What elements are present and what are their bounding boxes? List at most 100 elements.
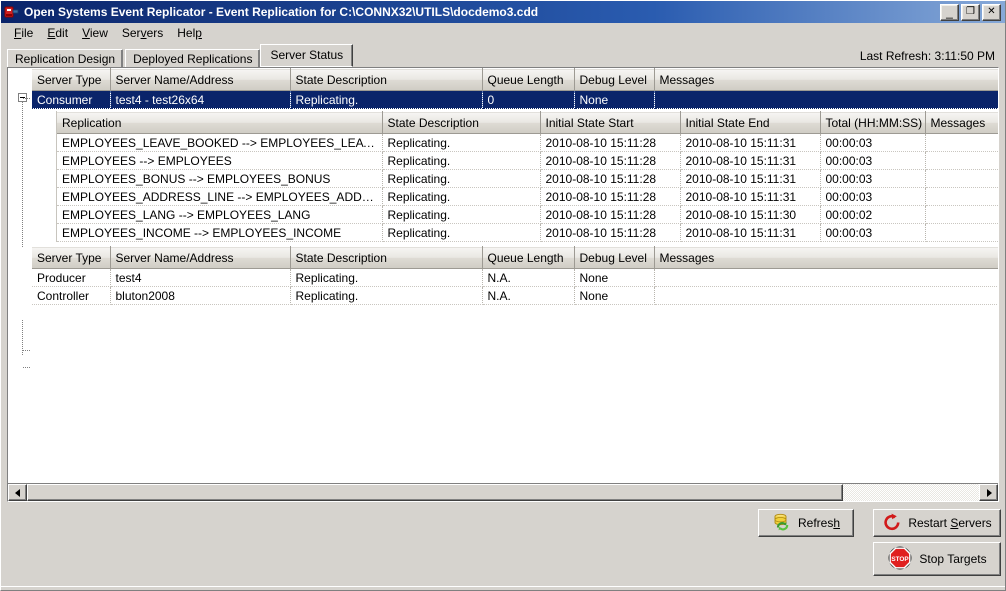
cell-initial-state-end: 2010-08-10 15:11:30 xyxy=(680,206,820,224)
restart-servers-button[interactable]: Restart Servers xyxy=(873,509,1001,537)
col-replication[interactable]: Replication xyxy=(57,112,382,134)
consumer-grid-header-row: Server Type Server Name/Address State De… xyxy=(32,69,998,91)
col-state-description[interactable]: State Description xyxy=(290,69,482,91)
cell-queue-length: N.A. xyxy=(482,287,574,305)
stop-targets-button[interactable]: STOP Stop Targets xyxy=(873,542,1001,576)
cell-server-type: Consumer xyxy=(32,91,110,109)
cell-total: 00:00:03 xyxy=(820,224,925,242)
cell-initial-state-start: 2010-08-10 15:11:28 xyxy=(540,206,680,224)
status-scroll-area: Server Type Server Name/Address State De… xyxy=(8,68,998,483)
menu-edit-label: dit xyxy=(55,26,68,40)
col-queue-length[interactable]: Queue Length xyxy=(482,69,574,91)
col-messages[interactable]: Messages xyxy=(654,69,998,91)
cell-server-type: Controller xyxy=(32,287,110,305)
cell-messages xyxy=(654,269,998,287)
cell-replication: EMPLOYEES_LEAVE_BOOKED --> EMPLOYEES_LEA… xyxy=(57,134,382,152)
cell-initial-state-start: 2010-08-10 15:11:28 xyxy=(540,170,680,188)
tab-replication-design[interactable]: Replication Design xyxy=(7,49,123,68)
tree-line-horizontal xyxy=(23,98,31,99)
tab-server-status[interactable]: Server Status xyxy=(260,44,353,67)
table-row[interactable]: Controller bluton2008 Replicating. N.A. … xyxy=(32,287,998,305)
cell-state-description: Replicating. xyxy=(382,152,540,170)
cell-queue-length: N.A. xyxy=(482,269,574,287)
scrollbar-track[interactable] xyxy=(27,484,979,501)
cell-initial-state-start: 2010-08-10 15:11:28 xyxy=(540,224,680,242)
table-row[interactable]: EMPLOYEES_LEAVE_BOOKED --> EMPLOYEES_LEA… xyxy=(57,134,998,152)
cell-initial-state-end: 2010-08-10 15:11:31 xyxy=(680,170,820,188)
col-server-type[interactable]: Server Type xyxy=(32,247,110,269)
window-title: Open Systems Event Replicator - Event Re… xyxy=(24,5,940,19)
tree-line-vertical xyxy=(22,102,23,248)
menu-bar: File Edit View Servers Help xyxy=(1,23,1005,44)
tab-bar: Replication Design Deployed Replications… xyxy=(1,44,1005,67)
cell-initial-state-end: 2010-08-10 15:11:31 xyxy=(680,152,820,170)
tab-deployed-replications[interactable]: Deployed Replications xyxy=(125,49,260,68)
close-button[interactable]: ✕ xyxy=(982,4,1001,21)
minimize-button[interactable]: _ xyxy=(940,4,959,21)
restart-servers-button-label: Restart Servers xyxy=(908,516,991,530)
menu-view-label: iew xyxy=(90,26,108,40)
cell-replication: EMPLOYEES_ADDRESS_LINE --> EMPLOYEES_ADD… xyxy=(57,188,382,206)
cell-server-name: test4 - test26x64 xyxy=(110,91,290,109)
cell-initial-state-end: 2010-08-10 15:11:31 xyxy=(680,188,820,206)
server-grid-header-row: Server Type Server Name/Address State De… xyxy=(32,247,998,269)
cell-messages xyxy=(925,188,998,206)
col-initial-state-end[interactable]: Initial State End xyxy=(680,112,820,134)
database-refresh-icon xyxy=(772,512,792,535)
replication-grid-header-row: Replication State Description Initial St… xyxy=(57,112,998,134)
horizontal-scrollbar[interactable] xyxy=(8,483,998,501)
col-messages[interactable]: Messages xyxy=(654,247,998,269)
cell-messages xyxy=(925,152,998,170)
menu-item-view[interactable]: View xyxy=(75,24,115,42)
maximize-button[interactable]: ❐ xyxy=(961,4,980,21)
menu-item-servers[interactable]: Servers xyxy=(115,24,170,42)
maximize-icon: ❐ xyxy=(962,5,979,20)
cell-messages xyxy=(925,206,998,224)
table-row[interactable]: EMPLOYEES_ADDRESS_LINE --> EMPLOYEES_ADD… xyxy=(57,188,998,206)
status-bar xyxy=(1,586,1005,590)
table-row[interactable]: EMPLOYEES_INCOME --> EMPLOYEES_INCOME Re… xyxy=(57,224,998,242)
cell-total: 00:00:03 xyxy=(820,188,925,206)
last-refresh-label: Last Refresh: 3:11:50 PM xyxy=(860,49,995,63)
cell-state-description: Replicating. xyxy=(382,188,540,206)
tree-line-horizontal xyxy=(23,367,31,368)
col-debug-level[interactable]: Debug Level xyxy=(574,69,654,91)
scrollbar-thumb[interactable] xyxy=(27,484,843,501)
col-state-description[interactable]: State Description xyxy=(290,247,482,269)
cell-replication: EMPLOYEES --> EMPLOYEES xyxy=(57,152,382,170)
menu-item-help[interactable]: Help xyxy=(170,24,209,42)
menu-item-edit[interactable]: Edit xyxy=(40,24,75,42)
cell-messages xyxy=(925,224,998,242)
table-row[interactable]: Producer test4 Replicating. N.A. None xyxy=(32,269,998,287)
table-row[interactable]: EMPLOYEES --> EMPLOYEES Replicating. 201… xyxy=(57,152,998,170)
scroll-left-arrow-icon[interactable] xyxy=(8,484,27,501)
table-row[interactable]: Consumer test4 - test26x64 Replicating. … xyxy=(32,91,998,109)
col-server-type[interactable]: Server Type xyxy=(32,69,110,91)
scroll-right-arrow-icon[interactable] xyxy=(979,484,998,501)
server-grid: Server Type Server Name/Address State De… xyxy=(32,246,998,305)
cell-debug-level: None xyxy=(574,91,654,109)
minimize-icon: _ xyxy=(941,5,958,20)
cell-messages xyxy=(925,170,998,188)
window-controls: _ ❐ ✕ xyxy=(940,4,1003,21)
cell-state-description: Replicating. xyxy=(382,224,540,242)
col-total[interactable]: Total (HH:MM:SS) xyxy=(820,112,925,134)
cell-server-type: Producer xyxy=(32,269,110,287)
col-initial-state-start[interactable]: Initial State Start xyxy=(540,112,680,134)
close-icon: ✕ xyxy=(983,5,1000,20)
cell-total: 00:00:03 xyxy=(820,152,925,170)
cell-total: 00:00:03 xyxy=(820,134,925,152)
refresh-button[interactable]: Refresh xyxy=(758,509,854,537)
col-rep-state-description[interactable]: State Description xyxy=(382,112,540,134)
cell-initial-state-start: 2010-08-10 15:11:28 xyxy=(540,152,680,170)
col-debug-level[interactable]: Debug Level xyxy=(574,247,654,269)
table-row[interactable]: EMPLOYEES_LANG --> EMPLOYEES_LANG Replic… xyxy=(57,206,998,224)
col-rep-messages[interactable]: Messages xyxy=(925,112,998,134)
col-server-name[interactable]: Server Name/Address xyxy=(110,69,290,91)
col-server-name[interactable]: Server Name/Address xyxy=(110,247,290,269)
table-row[interactable]: EMPLOYEES_BONUS --> EMPLOYEES_BONUS Repl… xyxy=(57,170,998,188)
col-queue-length[interactable]: Queue Length xyxy=(482,247,574,269)
menu-item-file[interactable]: File xyxy=(7,24,40,42)
cell-messages xyxy=(925,134,998,152)
replication-grid: Replication State Description Initial St… xyxy=(57,111,998,242)
